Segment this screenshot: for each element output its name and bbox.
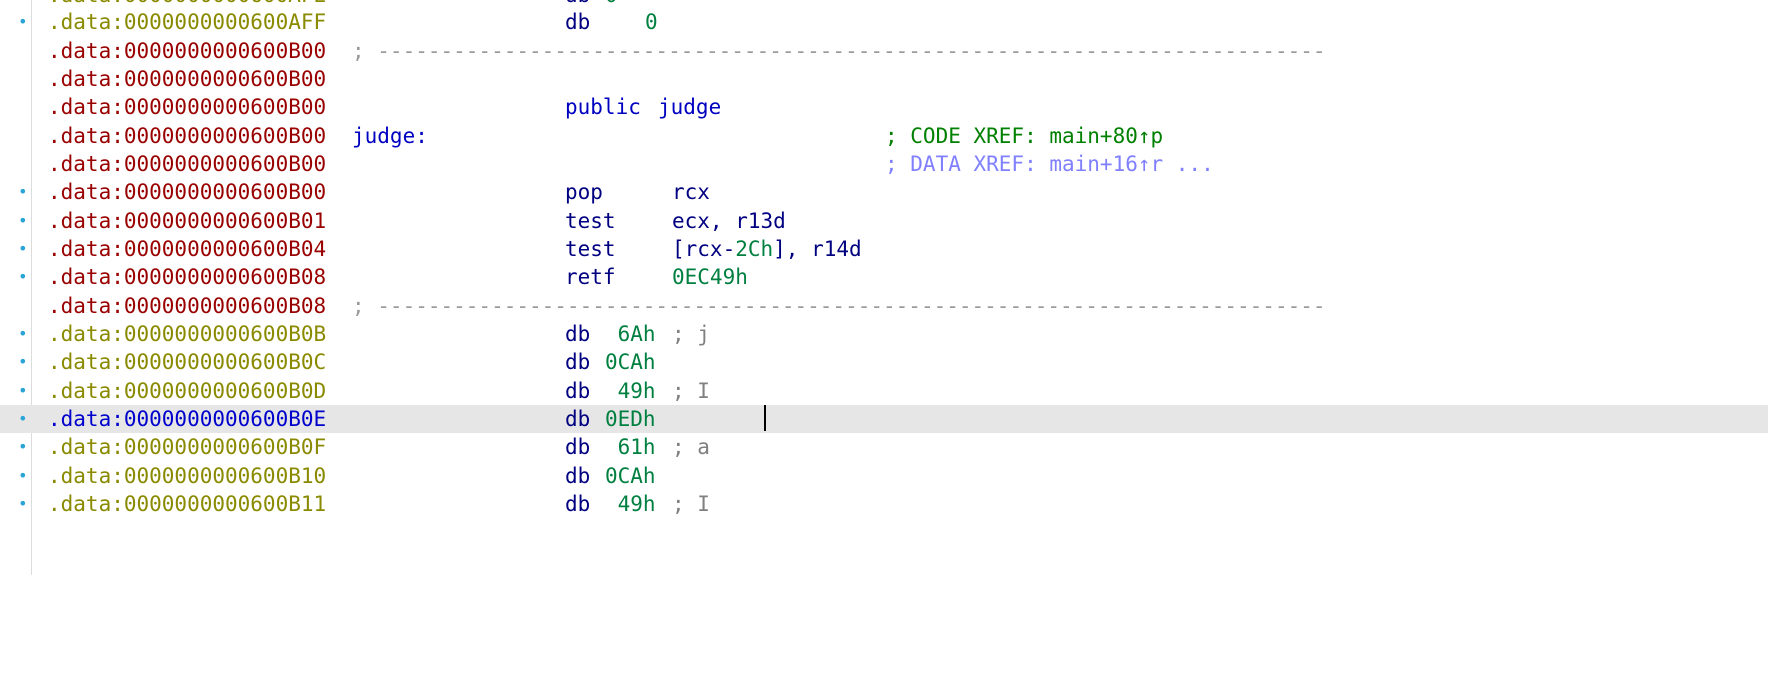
address: .data:0000000000600B0E xyxy=(48,407,327,431)
address: .data:0000000000600B11 xyxy=(48,492,327,516)
mnemonic: retf xyxy=(565,265,616,289)
line-marker-icon: • xyxy=(18,494,28,513)
listing-line[interactable]: .data:0000000000600B08 ; ---------------… xyxy=(0,292,1768,320)
address: .data:0000000000600B0F xyxy=(48,435,327,459)
mnemonic: pop xyxy=(565,180,603,204)
operand: 0 xyxy=(645,10,658,34)
line-marker-icon: • xyxy=(18,12,28,31)
directive: public xyxy=(565,95,641,119)
ascii-comment: ; j xyxy=(672,322,710,346)
listing-line-selected[interactable]: • .data:0000000000600B0E db 0EDh xyxy=(0,405,1768,433)
address: .data:0000000000600B04 xyxy=(48,237,327,261)
operand: 49h xyxy=(605,492,656,516)
address: .data:0000000000600B00 xyxy=(48,180,327,204)
line-marker-icon: • xyxy=(18,352,28,371)
operand: 0CAh xyxy=(605,464,656,488)
operand: ecx, r13d xyxy=(672,209,786,233)
address: .data:0000000000600B0D xyxy=(48,379,327,403)
listing-line[interactable]: • .data:0000000000600B0D db 49h ; I xyxy=(0,377,1768,405)
line-marker-icon: • xyxy=(18,409,28,428)
public-symbol[interactable]: judge xyxy=(658,93,721,121)
listing-line[interactable]: .data:0000000000600B00 xyxy=(0,65,1768,93)
listing-line[interactable]: .data:0000000000600B00 ; ---------------… xyxy=(0,37,1768,65)
address: .data:0000000000600B0C xyxy=(48,350,327,374)
line-marker-icon: • xyxy=(18,381,28,400)
listing-line[interactable]: • .data:0000000000600B01 test ecx, r13d xyxy=(0,207,1768,235)
line-marker-icon: • xyxy=(18,182,28,201)
operand: 0EC49h xyxy=(672,265,748,289)
line-marker-icon: • xyxy=(18,466,28,485)
address: .data:0000000000600AFF xyxy=(48,10,327,34)
ascii-comment: ; I xyxy=(672,492,710,516)
ascii-comment: ; a xyxy=(672,435,710,459)
mnemonic: db xyxy=(565,322,591,346)
ascii-comment: ; I xyxy=(672,379,710,403)
operand: 6Ah xyxy=(605,322,656,346)
mnemonic: db xyxy=(565,379,591,403)
operand: 61h xyxy=(605,435,656,459)
text-cursor xyxy=(764,405,766,431)
listing-line[interactable]: .data:0000000000600B00 ; DATA XREF: main… xyxy=(0,150,1768,178)
mnemonic: db xyxy=(565,350,591,374)
listing-line[interactable]: • .data:0000000000600B04 test [rcx-2Ch],… xyxy=(0,235,1768,263)
address: .data:0000000000600B01 xyxy=(48,209,327,233)
address: .data:0000000000600B08 xyxy=(48,294,327,318)
operand: 0EDh xyxy=(605,407,656,431)
code-xref[interactable]: ; CODE XREF: main+80↑p xyxy=(885,122,1163,150)
listing-line[interactable]: • .data:0000000000600B08 retf 0EC49h xyxy=(0,263,1768,291)
data-xref[interactable]: ; DATA XREF: main+16↑r ... xyxy=(885,150,1214,178)
separator-comment: ; --------------------------------------… xyxy=(352,39,1326,63)
disassembly-listing[interactable]: .data:0000000000600AFE db 0 • .data:0000… xyxy=(0,0,1768,575)
operand-displacement: 2Ch xyxy=(735,237,774,261)
listing-line[interactable]: .data:0000000000600B00 public judge xyxy=(0,93,1768,121)
address: .data:0000000000600B00 xyxy=(48,39,327,63)
operand: 49h xyxy=(605,379,656,403)
mnemonic: db xyxy=(565,464,591,488)
mnemonic: test xyxy=(565,209,616,233)
listing-line[interactable]: • .data:0000000000600B00 pop rcx xyxy=(0,178,1768,206)
address: .data:0000000000600B10 xyxy=(48,464,327,488)
line-marker-icon: • xyxy=(18,437,28,456)
operand: 0CAh xyxy=(605,350,656,374)
address: .data:0000000000600B00 xyxy=(48,95,327,119)
address: .data:0000000000600B08 xyxy=(48,265,327,289)
address: .data:0000000000600B00 xyxy=(48,67,327,91)
mnemonic: db xyxy=(565,407,591,431)
mnemonic: db xyxy=(565,435,591,459)
address: .data:0000000000600B00 xyxy=(48,152,327,176)
address: .data:0000000000600B00 xyxy=(48,124,327,148)
separator-comment: ; --------------------------------------… xyxy=(352,294,1326,318)
function-label[interactable]: judge: xyxy=(352,122,428,150)
listing-line[interactable]: • .data:0000000000600B0B db 6Ah ; j xyxy=(0,320,1768,348)
listing-line[interactable]: .data:0000000000600B00 judge: ; CODE XRE… xyxy=(0,122,1768,150)
listing-line[interactable]: • .data:0000000000600B0F db 61h ; a xyxy=(0,433,1768,461)
line-marker-icon: • xyxy=(18,211,28,230)
listing-line[interactable]: • .data:0000000000600B11 db 49h ; I xyxy=(0,490,1768,518)
listing-line[interactable]: • .data:0000000000600B10 db 0CAh xyxy=(0,462,1768,490)
operand-part: [rcx- xyxy=(672,237,736,261)
operand: rcx xyxy=(672,180,710,204)
listing-line[interactable]: • .data:0000000000600B0C db 0CAh xyxy=(0,348,1768,376)
operand: [rcx-2Ch], r14d xyxy=(672,235,862,263)
line-marker-icon: • xyxy=(18,239,28,258)
address: .data:0000000000600B0B xyxy=(48,322,327,346)
operand-part: ], r14d xyxy=(773,237,862,261)
listing-line[interactable]: • .data:0000000000600AFF db 0 xyxy=(0,8,1768,36)
mnemonic: test xyxy=(565,237,616,261)
mnemonic: db xyxy=(565,492,591,516)
line-marker-icon: • xyxy=(18,324,28,343)
line-marker-icon: • xyxy=(18,267,28,286)
mnemonic: db xyxy=(565,10,591,34)
